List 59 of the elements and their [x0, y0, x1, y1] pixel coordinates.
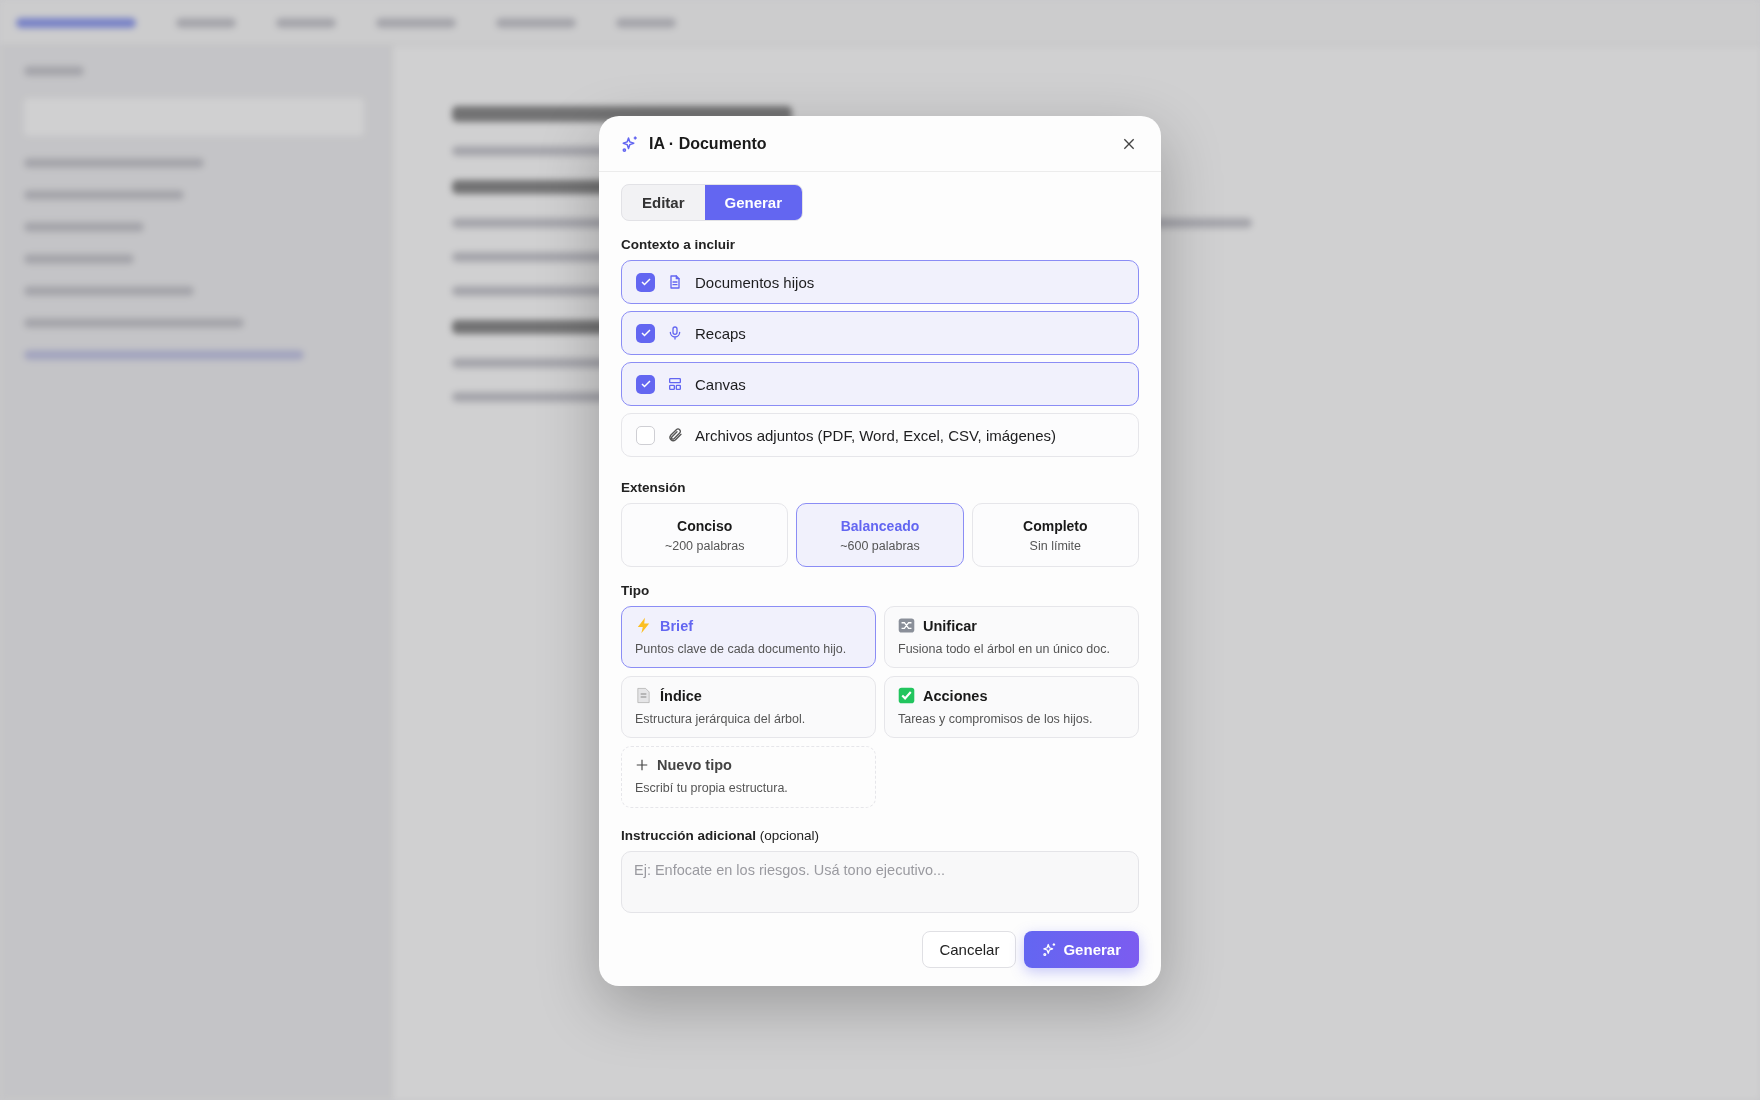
- type-option[interactable]: Acciones Tareas y compromisos de los hijos.: [884, 676, 1139, 738]
- section-label: Contexto a incluir: [621, 237, 736, 252]
- checkbox[interactable]: [636, 272, 655, 292]
- page-icon: [635, 687, 652, 704]
- field-label: Instrucción adicional (opcional): [621, 828, 821, 843]
- option-subtitle: Sin límite: [1029, 538, 1081, 553]
- checkbox[interactable]: [636, 425, 655, 445]
- option-subtitle: ~600 palabras: [840, 538, 920, 553]
- checkmark-icon: [639, 276, 652, 288]
- option-description: Fusiona todo el árbol en un único doc.: [898, 642, 1111, 656]
- checkmark-icon: [639, 327, 652, 339]
- cancel-button[interactable]: Cancelar: [922, 931, 1017, 968]
- checkbox[interactable]: [636, 323, 655, 343]
- length-option[interactable]: Completo Sin límite: [971, 503, 1139, 567]
- option-description: Tareas y compromisos de los hijos.: [898, 712, 1094, 726]
- section-label: Tipo: [621, 583, 651, 598]
- option-title: Conciso: [677, 517, 733, 534]
- option-title: Unificar: [923, 617, 977, 634]
- shuffle-icon: [898, 617, 915, 634]
- lightning-icon: [635, 617, 652, 634]
- generate-button[interactable]: Generar: [1024, 931, 1139, 968]
- option-subtitle: ~200 palabras: [664, 538, 745, 553]
- plus-icon: [635, 758, 649, 772]
- sparkle-icon: [1042, 942, 1058, 957]
- checkbox-option[interactable]: Recaps: [621, 311, 1139, 355]
- option-title: Índice: [660, 687, 702, 704]
- option-title: Nuevo tipo: [657, 757, 732, 773]
- option-title: Balanceado: [840, 517, 920, 534]
- document-icon: [667, 274, 683, 290]
- option-label: Canvas: [695, 375, 746, 393]
- option-label: Documentos hijos: [695, 273, 815, 291]
- type-option[interactable]: Nuevo tipo Escribí tu propia estructura.: [621, 746, 876, 808]
- tab[interactable]: Editar: [622, 185, 705, 220]
- section-label: Extensión: [621, 480, 687, 495]
- checkbox-option[interactable]: Documentos hijos: [621, 260, 1139, 304]
- option-label: Recaps: [695, 324, 746, 342]
- option-description: Estructura jerárquica del árbol.: [635, 712, 807, 726]
- dialog-title: IA · Documento: [649, 134, 768, 153]
- tab[interactable]: Generar: [704, 185, 803, 220]
- option-label: Archivos adjuntos (PDF, Word, Excel, CSV, imágenes): [695, 426, 1056, 444]
- check-icon: [898, 687, 915, 704]
- instruction-field[interactable]: Ej: Enfocate en los riesgos. Usá tono ejecutivo...: [621, 851, 1139, 913]
- paperclip-icon: [667, 427, 683, 443]
- checkbox-option[interactable]: Canvas: [621, 362, 1139, 406]
- microphone-icon: [667, 325, 683, 341]
- length-option[interactable]: Balanceado ~600 palabras: [796, 503, 964, 567]
- option-title: Acciones: [923, 687, 988, 704]
- type-option[interactable]: Unificar Fusiona todo el árbol en un único doc.: [884, 606, 1139, 668]
- length-option[interactable]: Conciso ~200 palabras: [621, 503, 789, 567]
- option-description: Puntos clave de cada documento hijo.: [635, 642, 848, 656]
- checkbox[interactable]: [636, 374, 655, 394]
- type-option[interactable]: Índice Estructura jerárquica del árbol.: [621, 676, 876, 738]
- layout-icon: [667, 376, 683, 392]
- checkmark-icon: [639, 378, 652, 390]
- sparkle-icon: [621, 134, 639, 153]
- option-title: Brief: [660, 617, 694, 634]
- option-description: Escribí tu propia estructura.: [635, 781, 789, 795]
- option-title: Completo: [1023, 517, 1088, 534]
- type-option[interactable]: Brief Puntos clave de cada documento hijo.: [621, 606, 876, 668]
